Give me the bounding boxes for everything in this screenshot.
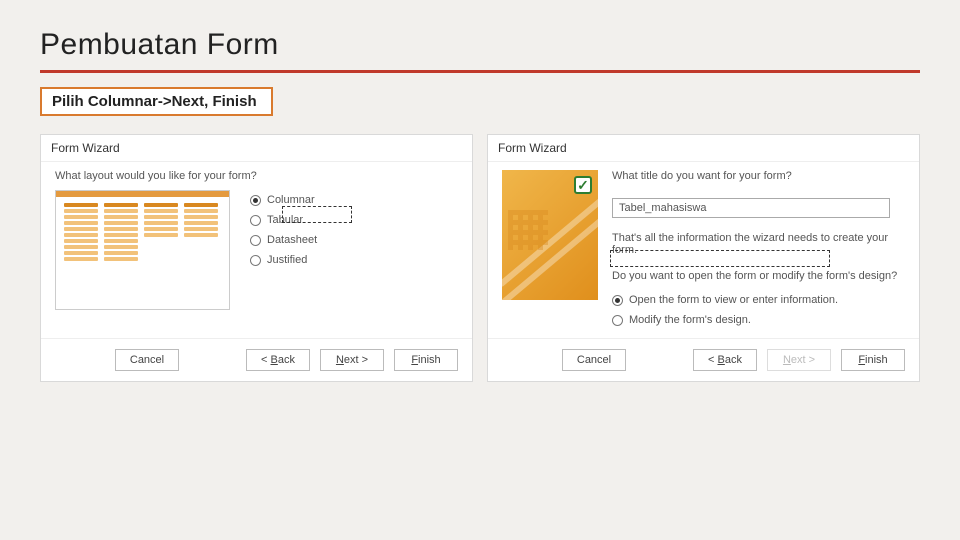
option-label: Justified <box>267 254 307 266</box>
radio-icon <box>250 235 261 246</box>
option-label: Columnar <box>267 194 315 206</box>
next-button: Next > <box>767 349 831 371</box>
title-prompt: What title do you want for your form? <box>612 170 905 182</box>
back-button[interactable]: < Back <box>693 349 757 371</box>
radio-icon <box>250 215 261 226</box>
info-text-2: Do you want to open the form or modify t… <box>612 270 905 282</box>
option-justified[interactable]: Justified <box>250 254 317 266</box>
button-row: Cancel < Back Next > Finish <box>488 338 919 381</box>
back-button[interactable]: < Back <box>246 349 310 371</box>
cancel-button[interactable]: Cancel <box>115 349 179 371</box>
finish-button[interactable]: Finish <box>841 349 905 371</box>
radio-icon <box>250 195 261 206</box>
layout-options: Columnar Tabular Datasheet Justifie <box>250 190 317 326</box>
page-title: Pembuatan Form <box>40 28 920 68</box>
layout-preview <box>55 190 230 310</box>
form-title-input[interactable] <box>612 198 890 218</box>
finish-button[interactable]: Finish <box>394 349 458 371</box>
option-open-form[interactable]: Open the form to view or enter informati… <box>612 294 905 306</box>
form-wizard-finish-dialog: Form Wizard ✓ What title do you want for… <box>487 134 920 382</box>
option-columnar[interactable]: Columnar <box>250 194 317 206</box>
info-text-1: That's all the information the wizard ne… <box>612 232 905 256</box>
finish-banner: ✓ <box>502 170 598 300</box>
radio-icon <box>612 295 623 306</box>
option-modify-design[interactable]: Modify the form's design. <box>612 314 905 326</box>
option-label: Datasheet <box>267 234 317 246</box>
wizard-row: Form Wizard What layout would you like f… <box>40 134 920 382</box>
option-datasheet[interactable]: Datasheet <box>250 234 317 246</box>
cancel-button[interactable]: Cancel <box>562 349 626 371</box>
radio-icon <box>612 315 623 326</box>
next-button[interactable]: Next > <box>320 349 384 371</box>
option-label: Open the form to view or enter informati… <box>629 294 838 306</box>
instruction-callout: Pilih Columnar->Next, Finish <box>40 87 273 116</box>
dialog-title: Form Wizard <box>41 135 472 162</box>
button-row: Cancel < Back Next > Finish <box>41 338 472 381</box>
option-label: Tabular <box>267 214 303 226</box>
form-wizard-layout-dialog: Form Wizard What layout would you like f… <box>40 134 473 382</box>
check-icon: ✓ <box>574 176 592 194</box>
option-tabular[interactable]: Tabular <box>250 214 317 226</box>
slide: Pembuatan Form Pilih Columnar->Next, Fin… <box>0 0 960 540</box>
option-label: Modify the form's design. <box>629 314 751 326</box>
layout-prompt: What layout would you like for your form… <box>55 170 458 182</box>
dialog-title: Form Wizard <box>488 135 919 162</box>
title-underline <box>40 70 920 73</box>
radio-icon <box>250 255 261 266</box>
